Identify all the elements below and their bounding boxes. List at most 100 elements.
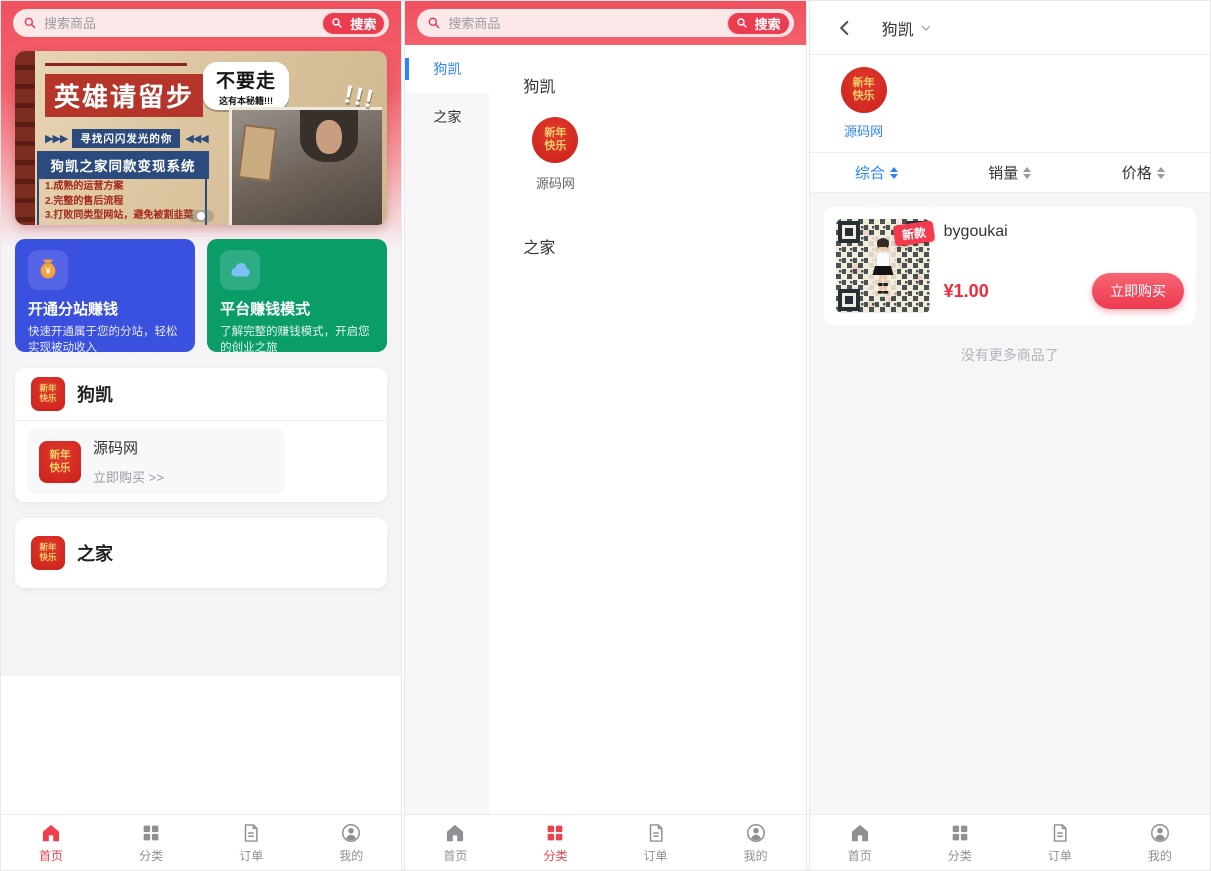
bottom-nav: 首页 分类 订单 我的 — [810, 814, 1210, 870]
category-item-label: 源码网 — [523, 173, 587, 192]
nav-home[interactable]: 首页 — [810, 822, 910, 864]
section-card-zhijia: 新年 快乐 之家 — [15, 518, 387, 588]
search-button-icon — [331, 17, 343, 29]
nav-category-label: 分类 — [543, 847, 567, 864]
carousel-dot — [197, 212, 205, 220]
nav-orders[interactable]: 订单 — [605, 822, 705, 864]
sidebar-item-goukai[interactable]: 狗凯 — [405, 45, 489, 93]
svg-text:¥: ¥ — [45, 266, 51, 276]
sort-sales[interactable]: 销量 — [943, 162, 1076, 183]
promo-card-branch[interactable]: ¥ 开通分站赚钱 快速开通属于您的分站，轻松实现被动收入 — [15, 239, 195, 352]
category-group-title: 之家 — [523, 234, 805, 258]
banner-point-2: 2.完整的售后流程 — [45, 195, 201, 210]
nav-category[interactable]: 分类 — [101, 822, 201, 864]
category-screen: 搜索 狗凯 之家 狗凯 新年 — [405, 1, 805, 814]
product-name: bygoukai — [944, 223, 1184, 241]
section-header-goukai[interactable]: 新年 快乐 狗凯 — [15, 368, 387, 420]
section-title: 狗凯 — [77, 381, 113, 407]
nav-orders-label: 订单 — [1048, 847, 1072, 864]
brand-row: 新年 快乐 源码网 — [810, 55, 1210, 153]
ribbon-arrows-right: ◀◀◀ — [185, 132, 207, 145]
section-card-goukai: 新年 快乐 狗凯 新年 快乐 源码网 — [15, 368, 387, 502]
search-field[interactable]: 搜索 — [13, 9, 389, 37]
home-panel: 搜索 英雄请留步 不要走 这有本秘籍!!! — [1, 1, 401, 870]
search-input[interactable] — [446, 15, 725, 32]
nav-me[interactable]: 我的 — [301, 822, 401, 864]
sort-price[interactable]: 价格 — [1077, 162, 1210, 183]
buy-now-button[interactable]: 立即购买 — [1092, 273, 1184, 309]
app-icon-line1: 新年 — [853, 77, 875, 90]
product-price: ¥1.00 — [944, 281, 989, 302]
nav-home[interactable]: 首页 — [405, 822, 505, 864]
nav-me-label: 我的 — [339, 847, 363, 864]
search-button[interactable]: 搜索 — [726, 11, 791, 36]
listing-title: 狗凯 — [882, 16, 914, 40]
section-header-zhijia[interactable]: 新年 快乐 之家 — [15, 518, 387, 588]
nav-home-label: 首页 — [848, 847, 872, 864]
sidebar-item-label: 之家 — [433, 107, 461, 127]
listing-header: 狗凯 — [810, 1, 1210, 55]
search-field[interactable]: 搜索 — [417, 9, 793, 37]
search-icon — [427, 16, 441, 30]
product-image: 新款 — [836, 219, 930, 313]
back-icon[interactable] — [836, 19, 854, 37]
banner-spine-decoration — [15, 51, 35, 225]
sidebar-item-zhijia[interactable]: 之家 — [405, 93, 489, 141]
app-icon-line1: 新年 — [544, 127, 566, 140]
search-button[interactable]: 搜索 — [321, 11, 386, 36]
new-year-app-icon: 新年 快乐 — [841, 67, 887, 113]
banner-ribbon: 寻找闪闪发光的你 — [72, 129, 180, 148]
banner-photo — [229, 107, 382, 225]
ribbon-arrows-left: ▶▶▶ — [45, 132, 67, 145]
promo-desc: 快速开通属于您的分站，轻松实现被动收入 — [28, 324, 182, 352]
listing-title-dropdown[interactable]: 狗凯 — [882, 16, 932, 40]
category-group-title: 狗凯 — [523, 73, 805, 97]
category-item-yuanmawang[interactable]: 新年 快乐 源码网 — [523, 117, 587, 192]
nav-category[interactable]: 分类 — [910, 822, 1010, 864]
home-screen: 搜索 英雄请留步 不要走 这有本秘籍!!! — [1, 1, 401, 814]
nav-orders[interactable]: 订单 — [201, 822, 301, 864]
app-icon-line2: 快乐 — [544, 140, 566, 153]
nav-orders[interactable]: 订单 — [1010, 822, 1110, 864]
nav-category[interactable]: 分类 — [505, 822, 605, 864]
search-button-icon — [736, 17, 748, 29]
banner-point-3: 3.打败同类型网站，避免被割韭菜 — [45, 209, 201, 224]
nav-home-label: 首页 — [39, 847, 63, 864]
nav-me-label: 我的 — [744, 847, 768, 864]
promo-desc: 了解完整的赚钱模式，开启您的创业之旅 — [220, 324, 374, 352]
category-content: 狗凯 新年 快乐 源码网 之家 — [489, 45, 805, 814]
new-year-app-icon: 新年 快乐 — [532, 117, 578, 163]
section-title: 之家 — [77, 540, 113, 566]
listing-screen: 狗凯 新年 快乐 源码网 综合 — [810, 1, 1210, 814]
sort-arrows-icon — [1023, 167, 1031, 179]
nav-home[interactable]: 首页 — [1, 822, 101, 864]
promo-title: 平台赚钱模式 — [220, 298, 374, 319]
no-more-text: 没有更多商品了 — [810, 345, 1210, 365]
search-input[interactable] — [42, 15, 321, 32]
buy-now-link[interactable]: 立即购买 >> — [93, 467, 164, 486]
product-card[interactable]: 新款 bygoukai ¥1.00 立即购买 — [824, 207, 1196, 325]
product-mini-card[interactable]: 新年 快乐 源码网 立即购买 >> — [27, 429, 285, 494]
brand-label: 源码网 — [836, 121, 892, 140]
mini-item-name: 源码网 — [93, 437, 164, 458]
promo-card-platform[interactable]: 平台赚钱模式 了解完整的赚钱模式，开启您的创业之旅 — [207, 239, 387, 352]
hero-banner[interactable]: 英雄请留步 不要走 这有本秘籍!!! !!! ▶▶▶ 寻找闪闪发光的你 — [15, 51, 387, 225]
app-icon-line2: 快乐 — [39, 394, 56, 404]
carousel-indicator[interactable] — [188, 210, 214, 222]
money-bag-icon: ¥ — [28, 250, 68, 290]
nav-me[interactable]: 我的 — [706, 822, 806, 864]
listing-panel: 狗凯 新年 快乐 源码网 综合 — [810, 1, 1210, 870]
banner-ribbon-row: ▶▶▶ 寻找闪闪发光的你 ◀◀◀ — [45, 129, 208, 148]
sort-comprehensive[interactable]: 综合 — [810, 162, 943, 183]
banner-exclaim: !!! — [342, 80, 378, 115]
sort-arrows-icon — [890, 167, 898, 179]
app-icon-line2: 快乐 — [50, 462, 71, 474]
bubble-subtitle: 这有本秘籍!!! — [207, 94, 285, 107]
app-frame: 搜索 英雄请留步 不要走 这有本秘籍!!! — [0, 0, 1211, 871]
nav-orders-label: 订单 — [239, 847, 263, 864]
nav-me[interactable]: 我的 — [1110, 822, 1210, 864]
promo-title: 开通分站赚钱 — [28, 298, 182, 319]
sidebar-item-label: 狗凯 — [433, 59, 461, 79]
brand-block-yuanmawang[interactable]: 新年 快乐 源码网 — [836, 67, 892, 140]
nav-home-label: 首页 — [443, 847, 467, 864]
